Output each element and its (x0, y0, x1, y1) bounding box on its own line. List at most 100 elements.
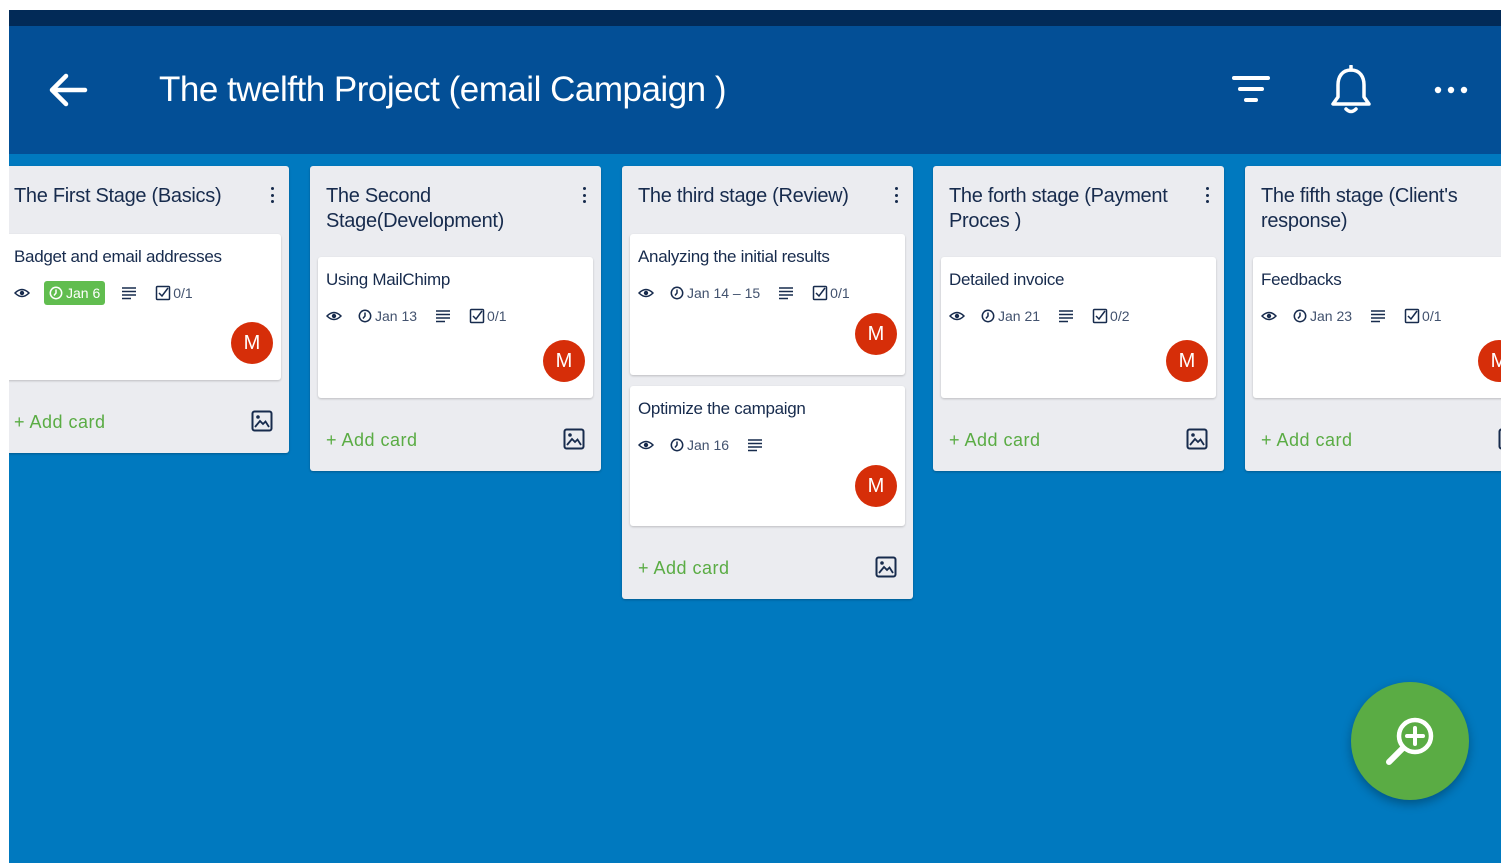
list-menu-icon[interactable] (265, 184, 279, 206)
avatar[interactable]: M (543, 340, 585, 382)
avatar[interactable]: M (231, 322, 273, 364)
list-fifth-stage: The fifth stage (Client's response) Feed… (1245, 166, 1501, 471)
card[interactable]: Badget and email addresses Jan 6 0/1 M (9, 234, 281, 380)
description-icon (1371, 310, 1386, 323)
eye-icon (949, 311, 965, 321)
card-title: Badget and email addresses (14, 247, 222, 266)
status-bar (9, 10, 1501, 26)
avatar[interactable]: M (1478, 340, 1501, 382)
checklist-count: 0/2 (1110, 308, 1130, 324)
top-app-bar: The twelfth Project (email Campaign ) (9, 26, 1501, 154)
due-date-badge: Jan 21 (979, 304, 1042, 328)
checklist-count: 0/1 (830, 285, 850, 301)
checklist-count: 0/1 (487, 308, 507, 324)
checklist-badge: 0/1 (155, 285, 193, 301)
due-date-text: Jan 14 – 15 (687, 285, 761, 301)
avatar[interactable]: M (855, 465, 897, 507)
checklist-icon (469, 308, 485, 324)
due-date-text: Jan 23 (1310, 308, 1353, 324)
bell-icon[interactable] (1327, 65, 1375, 114)
list-menu-icon[interactable] (889, 184, 903, 206)
filter-icon[interactable] (1227, 66, 1275, 114)
list-title: The First Stage (Basics) (14, 185, 222, 207)
list-title: The third stage (Review) (638, 185, 849, 207)
zoom-in-icon (1386, 717, 1434, 765)
add-card-button[interactable]: + Add card (638, 558, 730, 579)
clock-icon (1293, 309, 1307, 323)
list-title: The fifth stage (Client's response) (1261, 185, 1458, 232)
checklist-icon (1092, 308, 1108, 324)
eye-icon (14, 288, 30, 298)
clock-icon (981, 309, 995, 323)
eye-icon (638, 440, 654, 450)
image-icon[interactable] (875, 556, 897, 578)
eye-icon (1261, 311, 1277, 321)
card-title: Analyzing the initial results (638, 247, 830, 266)
due-date-badge: Jan 6 (44, 281, 106, 305)
lists-container: The First Stage (Basics) Badget and emai… (9, 166, 1501, 626)
list-first-stage: The First Stage (Basics) Badget and emai… (9, 166, 289, 453)
image-icon[interactable] (563, 428, 585, 450)
checklist-icon (812, 285, 828, 301)
list-forth-stage: The forth stage (Payment Proces ) Detail… (933, 166, 1224, 471)
card[interactable]: Analyzing the initial results Jan 14 – 1… (630, 234, 905, 375)
checklist-icon (1404, 308, 1420, 324)
clock-icon (49, 286, 63, 300)
checklist-count: 0/1 (1422, 308, 1442, 324)
eye-icon (326, 311, 342, 321)
due-date-text: Jan 13 (375, 308, 418, 324)
checklist-badge: 0/2 (1092, 308, 1130, 324)
due-date-badge: Jan 13 (356, 304, 419, 328)
description-icon (748, 439, 763, 452)
add-card-button[interactable]: + Add card (326, 430, 418, 451)
card[interactable]: Feedbacks Jan 23 0/1 M (1253, 257, 1501, 398)
list-menu-icon[interactable] (1200, 184, 1214, 206)
list-title: The Second Stage(Development) (326, 185, 505, 232)
checklist-badge: 0/1 (812, 285, 850, 301)
due-date-badge: Jan 14 – 15 (668, 281, 762, 305)
more-horizontal-icon[interactable] (1427, 66, 1475, 114)
card[interactable]: Detailed invoice Jan 21 0/2 M (941, 257, 1216, 398)
checklist-badge: 0/1 (1404, 308, 1442, 324)
clock-icon (670, 438, 684, 452)
image-icon[interactable] (1498, 428, 1501, 450)
zoom-in-button[interactable] (1351, 682, 1469, 800)
description-icon (122, 287, 137, 300)
checklist-count: 0/1 (173, 285, 193, 301)
checklist-icon (156, 285, 171, 301)
clock-icon (670, 286, 684, 300)
add-card-button[interactable]: + Add card (14, 412, 106, 433)
card-badges: Jan 23 0/1 (1261, 303, 1442, 329)
card-title: Optimize the campaign (638, 399, 806, 418)
due-date-badge: Jan 16 (668, 433, 731, 457)
card[interactable]: Optimize the campaign Jan 16 M (630, 386, 905, 526)
description-icon (436, 310, 451, 323)
list-menu-icon[interactable] (577, 184, 591, 206)
clock-icon (358, 309, 372, 323)
due-date-text: Jan 16 (687, 437, 730, 453)
card-title: Using MailChimp (326, 270, 450, 289)
avatar[interactable]: M (1166, 340, 1208, 382)
card-badges: Jan 6 0/1 (14, 280, 193, 306)
card-title: Detailed invoice (949, 270, 1065, 289)
card-badges: Jan 21 0/2 (949, 303, 1130, 329)
list-title: The forth stage (Payment Proces ) (949, 185, 1168, 232)
image-icon[interactable] (1186, 428, 1208, 450)
checklist-badge: 0/1 (469, 308, 507, 324)
image-icon[interactable] (251, 410, 273, 432)
back-arrow-icon[interactable] (45, 70, 91, 110)
list-third-stage: The third stage (Review) Analyzing the i… (622, 166, 913, 599)
list-second-stage: The Second Stage(Development) Using Mail… (310, 166, 601, 471)
card-badges: Jan 13 0/1 (326, 303, 507, 329)
description-icon (779, 287, 794, 300)
board-title: The twelfth Project (email Campaign ) (159, 70, 727, 109)
card[interactable]: Using MailChimp Jan 13 0/1 M (318, 257, 593, 398)
add-card-button[interactable]: + Add card (1261, 430, 1353, 451)
eye-icon (638, 288, 654, 298)
avatar[interactable]: M (855, 313, 897, 355)
card-badges: Jan 14 – 15 0/1 (638, 280, 850, 306)
due-date-text: Jan 6 (66, 285, 101, 301)
due-date-badge: Jan 23 (1291, 304, 1354, 328)
card-badges: Jan 16 (638, 432, 781, 458)
add-card-button[interactable]: + Add card (949, 430, 1041, 451)
